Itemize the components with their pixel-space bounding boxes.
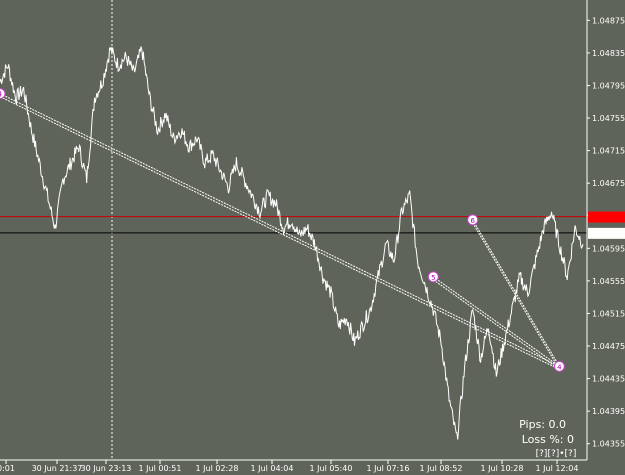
- bid-line-value-label: 1.04614: [591, 229, 624, 238]
- series-layer: [0, 46, 584, 440]
- label-layer: Pips: 0.0 Loss %: 0 [?][?]•[?]: [519, 418, 576, 459]
- y-tick-label: 1.04675: [592, 179, 625, 188]
- x-tick-label: 1 Jul 07:16: [367, 464, 410, 473]
- x-tick-label: 30 Jun 21:37: [32, 464, 83, 473]
- y-tick-label: 1.04475: [592, 342, 625, 351]
- pips-label: Pips: 0.0: [519, 418, 566, 431]
- trade-connector-line: [0, 93, 560, 367]
- trade-connector-line: [433, 276, 560, 367]
- x-tick-label: 1 Jul 08:52: [420, 464, 463, 473]
- y-tick-label: 1.04395: [592, 407, 625, 416]
- price-series-line: [0, 46, 584, 440]
- y-tick-label: 1.04795: [592, 81, 625, 90]
- y-tick-label: 1.04555: [592, 277, 625, 286]
- y-tick-label: 1.04595: [592, 244, 625, 253]
- x-tick-label: 0:01: [0, 464, 15, 473]
- x-tick-label: 1 Jul 02:28: [196, 464, 239, 473]
- trade-layer: 4564: [0, 88, 565, 372]
- grid-layer: [0, 0, 587, 460]
- x-tick-label: 1 Jul 10:28: [481, 464, 524, 473]
- chart-area[interactable]: 4564 1.048751.048351.047951.047551.04715…: [0, 0, 625, 475]
- trade-marker-label: 5: [431, 274, 435, 282]
- y-tick-label: 1.04435: [592, 375, 625, 384]
- x-tick-label: 1 Jul 05:40: [310, 464, 353, 473]
- loss-label: Loss %: 0: [522, 433, 574, 446]
- x-tick-label: 1 Jul 00:51: [139, 464, 182, 473]
- y-tick-label: 1.04755: [592, 114, 625, 123]
- trade-marker-label: 6: [470, 217, 475, 225]
- y-tick-label: 1.04715: [592, 147, 625, 156]
- y-tick-label: 1.04875: [592, 16, 625, 25]
- brand-logo-text: [?][?]•[?]: [536, 449, 577, 459]
- price-line-marker: [588, 211, 625, 223]
- x-tick-label: 1 Jul 04:04: [251, 464, 294, 473]
- price-chart[interactable]: 4564 1.048751.048351.047951.047551.04715…: [0, 0, 625, 475]
- trade-connector-line: [433, 279, 560, 370]
- y-tick-label: 1.04355: [592, 440, 625, 449]
- x-tick-label: 1 Jul 12:04: [536, 464, 579, 473]
- y-tick-label: 1.04515: [592, 309, 625, 318]
- x-tick-label: 30 Jun 23:13: [81, 464, 132, 473]
- y-tick-label: 1.04835: [592, 49, 625, 58]
- trade-connector-line: [472, 222, 560, 370]
- trade-marker-label: 4: [557, 363, 562, 371]
- trade-connector-line: [472, 219, 560, 367]
